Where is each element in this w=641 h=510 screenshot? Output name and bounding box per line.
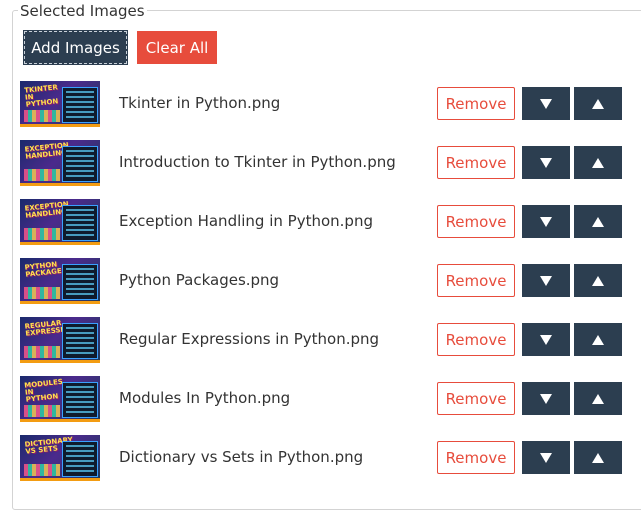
thumbnail-code-panel [62,146,98,182]
thumbnail-code-panel [62,205,98,241]
image-list-item: MODULES IN PYTHON Modules In Python.png Re… [20,376,622,422]
triangle-down-icon [540,216,552,227]
triangle-down-icon [540,157,552,168]
move-down-button[interactable] [522,323,570,356]
triangle-up-icon [592,275,604,286]
image-list-item: PYTHON PACKAGES Python Packages.png Remove [20,258,622,304]
triangle-up-icon [592,334,604,345]
move-up-button[interactable] [574,87,622,120]
thumbnail-footer [20,360,100,363]
move-down-button[interactable] [522,146,570,179]
remove-button[interactable]: Remove [437,264,515,297]
remove-button[interactable]: Remove [437,205,515,238]
image-thumbnail: EXCEPTION HANDLING [20,199,100,245]
remove-button[interactable]: Remove [437,382,515,415]
move-down-button[interactable] [522,87,570,120]
move-up-button[interactable] [574,205,622,238]
image-filename: Modules In Python.png [119,389,291,407]
thumbnail-footer [20,478,100,481]
thumbnail-decoration [24,228,60,240]
triangle-down-icon [540,393,552,404]
thumbnail-title: EXCEPTION HANDLING [24,141,70,161]
image-thumbnail: MODULES IN PYTHON [20,376,100,422]
thumbnail-footer [20,242,100,245]
thumbnail-title: DICTIONARY VS SETS [24,435,74,456]
remove-button[interactable]: Remove [437,146,515,179]
image-filename: Python Packages.png [119,271,280,289]
section-legend: Selected Images [18,2,147,20]
thumbnail-decoration [24,110,60,122]
clear-all-button[interactable]: Clear All [137,31,217,64]
image-filename: Regular Expressions in Python.png [119,330,380,348]
image-thumbnail: DICTIONARY VS SETS [20,435,100,481]
triangle-down-icon [540,275,552,286]
image-list-item: EXCEPTION HANDLING Introduction to Tkinte… [20,140,622,186]
move-up-button[interactable] [574,146,622,179]
thumbnail-title: EXCEPTION HANDLING [24,200,70,220]
image-thumbnail: TKINTER IN PYTHON [20,81,100,127]
thumbnail-title: PYTHON PACKAGES [24,260,68,279]
move-down-button[interactable] [522,205,570,238]
image-list-item: EXCEPTION HANDLING Exception Handling in … [20,199,622,245]
move-down-button[interactable] [522,382,570,415]
thumbnail-footer [20,124,100,127]
triangle-down-icon [540,334,552,345]
triangle-up-icon [592,157,604,168]
triangle-up-icon [592,393,604,404]
thumbnail-decoration [24,464,60,476]
thumbnail-decoration [24,346,60,358]
image-filename: Tkinter in Python.png [119,94,281,112]
triangle-down-icon [540,98,552,109]
move-up-button[interactable] [574,441,622,474]
image-list-item: TKINTER IN PYTHON Tkinter in Python.png Re… [20,81,622,127]
image-filename: Exception Handling in Python.png [119,212,373,230]
add-images-button[interactable]: Add Images [23,30,128,65]
move-down-button[interactable] [522,264,570,297]
image-list-item: DICTIONARY VS SETS Dictionary vs Sets in … [20,435,622,481]
remove-button[interactable]: Remove [437,441,515,474]
thumbnail-decoration [24,169,60,181]
thumbnail-title: TKINTER IN PYTHON [23,83,59,109]
thumbnail-footer [20,183,100,186]
move-down-button[interactable] [522,441,570,474]
move-up-button[interactable] [574,323,622,356]
image-filename: Dictionary vs Sets in Python.png [119,448,364,466]
thumbnail-title: MODULES IN PYTHON [23,377,64,404]
thumbnail-footer [20,419,100,422]
thumbnail-title: REGULAR EXPRESSIONS [24,318,81,338]
thumbnail-code-panel [62,441,98,477]
thumbnail-code-panel [62,323,98,359]
triangle-up-icon [592,452,604,463]
image-thumbnail: REGULAR EXPRESSIONS [20,317,100,363]
image-thumbnail: EXCEPTION HANDLING [20,140,100,186]
thumbnail-code-panel [62,264,98,300]
move-up-button[interactable] [574,264,622,297]
thumbnail-decoration [24,405,60,417]
thumbnail-decoration [24,287,60,299]
thumbnail-code-panel [62,87,98,123]
image-thumbnail: PYTHON PACKAGES [20,258,100,304]
remove-button[interactable]: Remove [437,323,515,356]
image-filename: Introduction to Tkinter in Python.png [119,153,396,171]
thumbnail-footer [20,301,100,304]
remove-button[interactable]: Remove [437,87,515,120]
triangle-up-icon [592,216,604,227]
triangle-up-icon [592,98,604,109]
triangle-down-icon [540,452,552,463]
thumbnail-code-panel [62,382,98,418]
move-up-button[interactable] [574,382,622,415]
image-list-item: REGULAR EXPRESSIONS Regular Expressions i… [20,317,622,363]
